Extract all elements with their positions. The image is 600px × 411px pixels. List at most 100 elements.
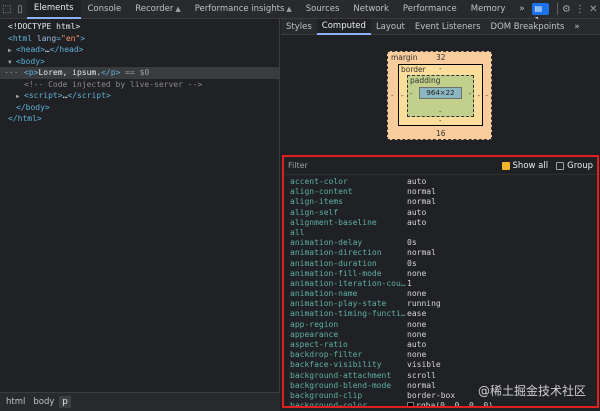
dom-comment[interactable]: <!-- Code injected by live-server --> [0, 79, 279, 91]
box-model-padding[interactable]: padding - - - 964×22 [407, 75, 474, 117]
computed-property-row[interactable]: align-items normal [284, 197, 597, 207]
settings-gear-icon[interactable]: ⚙ [560, 0, 573, 19]
computed-property-row[interactable]: animation-timing-functi… ease [284, 309, 597, 319]
padding-left-value[interactable]: - [410, 90, 413, 98]
tab-computed[interactable]: Computed [316, 18, 371, 35]
computed-property-row[interactable]: appearance none [284, 330, 597, 340]
border-bottom-value[interactable]: - [439, 117, 442, 125]
computed-property-row[interactable]: app-region none [284, 320, 597, 330]
computed-property-row[interactable]: aspect-ratio auto [284, 340, 597, 350]
tab-styles[interactable]: Styles [281, 19, 317, 35]
sidebar-tabs: Styles Computed Layout Event Listeners D… [281, 18, 600, 35]
tab-memory[interactable]: Memory [464, 0, 513, 19]
property-name: backdrop-filter [290, 350, 363, 360]
property-name: animation-timing-functi… [290, 309, 406, 319]
computed-property-row[interactable]: background-attachment scroll [284, 371, 597, 381]
border-top-value[interactable]: - [439, 65, 442, 73]
expand-triangle-icon[interactable]: ▶ [16, 91, 24, 103]
computed-property-row[interactable]: animation-iteration-cou… 1 [284, 279, 597, 289]
property-name: align-content [290, 187, 353, 197]
property-value: none [407, 319, 427, 329]
property-value: none [407, 350, 427, 360]
filter-input[interactable]: Filter [288, 161, 494, 170]
margin-bottom-value[interactable]: 16 [436, 129, 446, 138]
margin-top-value[interactable]: 32 [436, 53, 446, 62]
property-name: animation-iteration-cou… [290, 278, 406, 288]
computed-property-row[interactable]: animation-delay 0s [284, 238, 597, 248]
property-name: align-items [290, 197, 343, 207]
property-value: normal [407, 380, 436, 390]
more-options-icon[interactable]: ⋮ [573, 0, 586, 19]
computed-property-row[interactable]: animation-play-state running [284, 299, 597, 309]
device-toolbar-icon[interactable]: ▯ [13, 0, 26, 19]
more-sidebar-tabs-button[interactable]: » [569, 19, 584, 35]
breadcrumb: html body p [0, 392, 280, 411]
dom-html-close[interactable]: </html> [0, 113, 279, 125]
tab-sources[interactable]: Sources [299, 0, 347, 19]
dom-doctype[interactable]: <!DOCTYPE html> [0, 21, 279, 33]
computed-property-row[interactable]: alignment-baseline auto [284, 218, 597, 228]
tab-network[interactable]: Network [346, 0, 396, 19]
color-swatch-icon[interactable] [407, 402, 414, 406]
property-name: animation-duration [290, 258, 377, 268]
tab-console[interactable]: Console [81, 0, 129, 19]
computed-property-row[interactable]: align-content normal [284, 187, 597, 197]
border-right-value[interactable]: - [477, 92, 480, 100]
tab-elements[interactable]: Elements [26, 0, 81, 19]
property-value: running [407, 299, 441, 309]
margin-left-value[interactable]: - [391, 92, 394, 100]
breadcrumb-body[interactable]: body [30, 396, 57, 408]
breadcrumb-html[interactable]: html [3, 396, 28, 408]
checkbox-unchecked-icon [556, 161, 565, 170]
dom-body-open[interactable]: ▼ <body> [0, 56, 279, 68]
tab-performance[interactable]: Performance [396, 0, 464, 19]
box-model-content[interactable]: 964×22 [419, 87, 462, 99]
computed-properties-panel: Filter Show all Group accent-color auto al… [282, 155, 599, 408]
breadcrumb-p[interactable]: p [59, 396, 71, 408]
experimental-warning-icon: ▲ [175, 4, 181, 13]
dom-html-open[interactable]: <html lang="en"> [0, 33, 279, 45]
computed-filter-bar: Filter Show all Group [284, 157, 597, 175]
close-icon[interactable]: ✕ [587, 0, 600, 19]
expand-triangle-icon[interactable]: ▶ [8, 45, 16, 57]
property-name: animation-name [290, 289, 358, 299]
border-left-value[interactable]: - [401, 92, 404, 100]
devtools-toolbar: ⬚ ▯ Elements Console Recorder ▲ Performance … [0, 0, 600, 25]
dom-script[interactable]: ▶ <script>…</script> [0, 90, 279, 102]
computed-property-row[interactable]: background-color rgba(0, 0, 0, 0) [284, 401, 597, 406]
box-model-border[interactable]: border - - - - padding - - - 964×22 [398, 64, 483, 126]
margin-right-value[interactable]: - [485, 92, 488, 100]
padding-right-value[interactable]: - [468, 90, 471, 98]
group-checkbox[interactable]: Group [556, 161, 593, 171]
tab-dom-breakpoints[interactable]: DOM Breakpoints [486, 19, 570, 35]
property-name: align-self [290, 207, 339, 217]
tab-recorder[interactable]: Recorder ▲ [128, 0, 187, 19]
show-all-checkbox[interactable]: Show all [501, 161, 548, 171]
box-model-margin[interactable]: margin 32 - - 16 border - - - - padding … [387, 51, 492, 140]
margin-label: margin [391, 53, 418, 62]
tab-event-listeners[interactable]: Event Listeners [410, 19, 486, 35]
computed-property-row[interactable]: animation-duration 0s [284, 259, 597, 269]
messages-badge[interactable]: ▤ 1 [531, 3, 549, 25]
computed-property-row[interactable]: align-self auto [284, 208, 597, 218]
dom-p-selected[interactable]: ··· <p>Lorem, ipsum.</p> == $0 [0, 67, 279, 79]
computed-property-row[interactable]: backface-visibility visible [284, 360, 597, 370]
computed-property-row[interactable]: accent-color auto [284, 177, 597, 187]
property-name: alignment-baseline [290, 217, 377, 227]
computed-property-row[interactable]: animation-name none [284, 289, 597, 299]
tab-performance-insights[interactable]: Performance insights ▲ [188, 0, 299, 19]
computed-property-row[interactable]: backdrop-filter none [284, 350, 597, 360]
dom-body-close[interactable]: </body> [0, 102, 279, 114]
tab-layout[interactable]: Layout [371, 19, 410, 35]
padding-bottom-value[interactable]: - [439, 108, 442, 116]
property-value: normal [407, 248, 436, 258]
property-value: auto [407, 177, 427, 186]
more-tabs-button[interactable]: » [512, 0, 531, 19]
computed-property-row[interactable]: animation-direction normal [284, 248, 597, 258]
main-tabs: Elements Console Recorder ▲ Performance insi… [26, 0, 513, 19]
watermark-text: @稀土掘金技术社区 [477, 384, 586, 398]
dom-head[interactable]: ▶ <head>…</head> [0, 44, 279, 56]
computed-property-row[interactable]: animation-fill-mode none [284, 269, 597, 279]
inspect-element-icon[interactable]: ⬚ [0, 0, 13, 19]
computed-property-row[interactable]: all [284, 228, 597, 238]
